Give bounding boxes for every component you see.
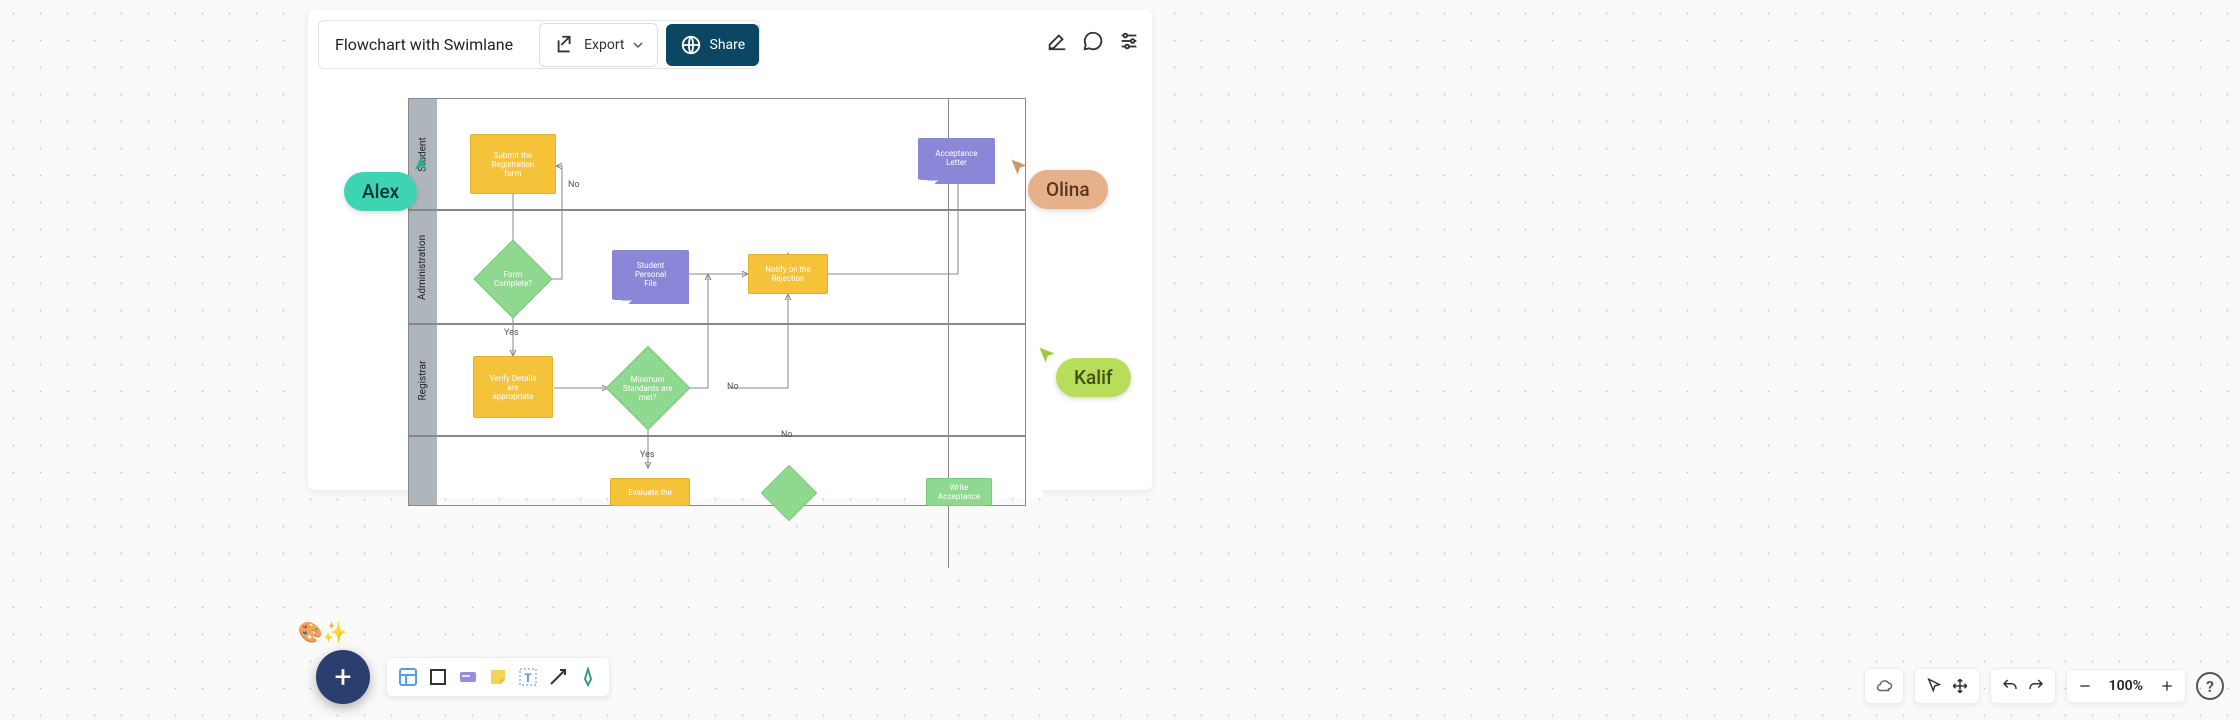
cursor-kalif-icon bbox=[1038, 346, 1056, 364]
sparkle-icon: 🎨✨ bbox=[298, 620, 348, 644]
move-icon[interactable] bbox=[1951, 677, 1969, 695]
tool-text[interactable]: T bbox=[517, 666, 539, 688]
node-acceptance[interactable]: Acceptance Letter bbox=[918, 138, 995, 178]
cursor-alex: Alex bbox=[344, 172, 417, 211]
tool-template[interactable] bbox=[397, 666, 419, 688]
node-write-accept[interactable]: Write Acceptance bbox=[926, 478, 992, 506]
top-right-tools bbox=[1046, 30, 1140, 52]
edit-icon[interactable] bbox=[1046, 30, 1068, 52]
node-notify-reject[interactable]: Notify on the Rejection bbox=[748, 254, 828, 294]
tool-card[interactable] bbox=[457, 666, 479, 688]
chevron-down-icon bbox=[633, 40, 643, 50]
tool-arrow[interactable] bbox=[547, 666, 569, 688]
zoom-value[interactable]: 100% bbox=[2101, 678, 2151, 694]
cursor-kalif: Kalif bbox=[1056, 358, 1131, 397]
cursor-alex-icon bbox=[412, 155, 430, 173]
undo-icon[interactable] bbox=[2001, 677, 2019, 695]
edge-no2: No bbox=[727, 382, 739, 392]
tool-sticky[interactable] bbox=[487, 666, 509, 688]
node-submit[interactable]: Submit the Registration form bbox=[470, 134, 556, 194]
node-evaluate[interactable]: Evaluate the bbox=[610, 478, 690, 506]
svg-text:T: T bbox=[524, 671, 532, 685]
cloud-icon[interactable] bbox=[1875, 677, 1893, 695]
help-button[interactable]: ? bbox=[2196, 672, 2224, 700]
node-student-file[interactable]: Student Personal File bbox=[612, 250, 689, 298]
edge-yes2: Yes bbox=[640, 450, 655, 460]
redo-icon[interactable] bbox=[2027, 677, 2045, 695]
tool-rectangle[interactable] bbox=[427, 666, 449, 688]
add-button[interactable]: + bbox=[316, 650, 370, 704]
bottom-toolbar: 🎨✨ + T bbox=[316, 650, 610, 704]
zoom-out-icon[interactable] bbox=[2077, 678, 2093, 694]
edge-no1: No bbox=[568, 180, 580, 190]
app-window: Flowchart with Swimlane Export Share Stu… bbox=[308, 10, 1152, 490]
node-verify[interactable]: Verify Details are appropriate bbox=[473, 356, 553, 418]
globe-icon bbox=[680, 34, 702, 56]
export-icon bbox=[554, 34, 576, 56]
cursor-olina: Olina bbox=[1028, 170, 1108, 209]
lane-label: Administration bbox=[418, 234, 429, 299]
doc-title[interactable]: Flowchart with Swimlane bbox=[319, 21, 529, 68]
zoom-in-icon[interactable] bbox=[2159, 678, 2175, 694]
topbar: Flowchart with Swimlane Export Share bbox=[318, 20, 760, 69]
comment-icon[interactable] bbox=[1082, 30, 1104, 52]
share-button[interactable]: Share bbox=[666, 24, 760, 66]
canvas[interactable]: Student Administration Registrar Submit … bbox=[408, 98, 1043, 498]
lane-label: Registrar bbox=[418, 360, 429, 400]
tool-pen[interactable] bbox=[577, 666, 599, 688]
cursor-olina-icon bbox=[1010, 158, 1028, 176]
bottom-right-bar: 100% ? bbox=[1864, 668, 2224, 704]
edge-no3: No bbox=[781, 430, 793, 440]
export-button[interactable]: Export bbox=[539, 23, 657, 67]
edge-yes1: Yes bbox=[504, 328, 519, 338]
pointer-icon[interactable] bbox=[1925, 677, 1943, 695]
settings-icon[interactable] bbox=[1118, 30, 1140, 52]
